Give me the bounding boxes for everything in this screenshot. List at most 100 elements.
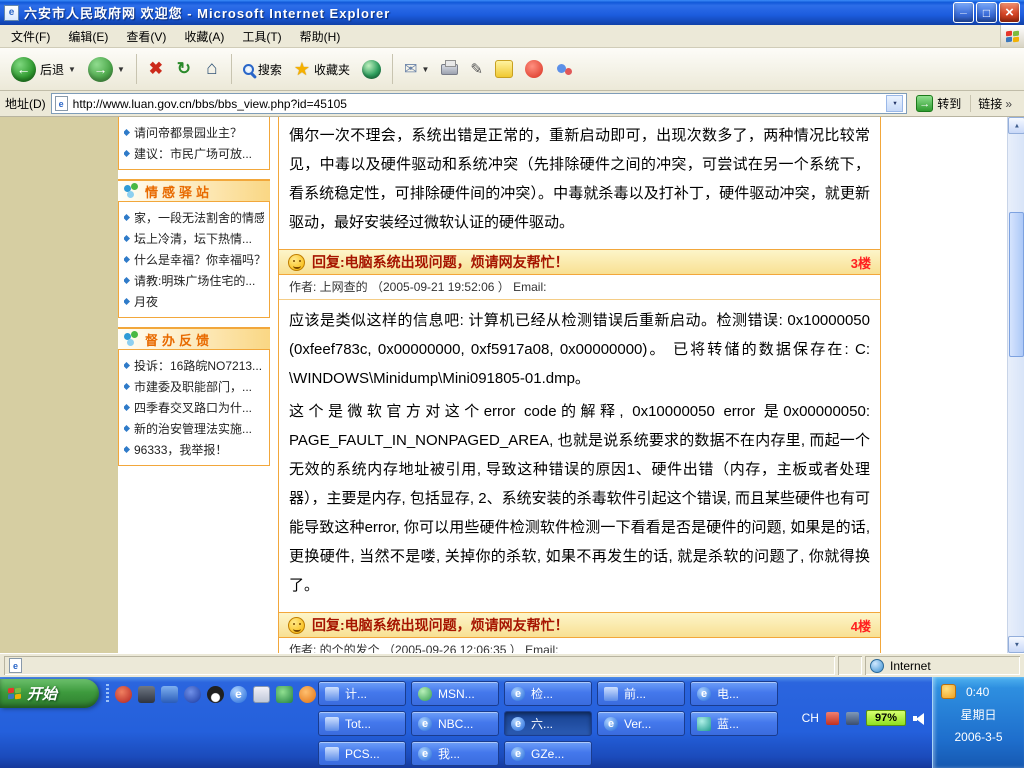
ie-icon [418, 747, 432, 761]
quicklaunch-outlook-icon[interactable] [161, 686, 178, 703]
discuss-button[interactable] [550, 58, 580, 80]
menu-edit[interactable]: 编辑(E) [59, 25, 117, 48]
menu-file[interactable]: 文件(F) [2, 25, 59, 48]
taskbar-window-button[interactable]: GZe... [504, 741, 592, 766]
bullet-icon [124, 129, 130, 136]
back-button[interactable]: ← 后退 ▼ [6, 55, 81, 84]
forward-button[interactable]: → ▼ [83, 55, 130, 84]
app-window-icon [325, 717, 339, 731]
drag-handle[interactable] [106, 684, 109, 704]
quicklaunch-qq-icon[interactable] [207, 686, 224, 703]
scrollbar-thumb[interactable] [1009, 212, 1024, 357]
quicklaunch-ie-icon[interactable] [230, 686, 247, 703]
forward-dropdown-icon[interactable]: ▼ [117, 65, 125, 74]
stop-button[interactable]: ✖ [143, 56, 169, 82]
quicklaunch-msn-icon[interactable] [184, 686, 201, 703]
address-dropdown-button[interactable] [886, 95, 903, 112]
sidebar-section-header: 情感驿站 [118, 179, 270, 202]
taskbar-window-button[interactable]: NBC... [411, 711, 499, 736]
mail-button[interactable]: ✉ ▼ [399, 57, 434, 81]
taskbar-window-button[interactable]: Ver... [597, 711, 685, 736]
quicklaunch-foxmail-icon[interactable] [299, 686, 316, 703]
sidebar-topic-link[interactable]: 请问帝都景园业主？ [124, 122, 264, 143]
home-button[interactable]: ⌂ [199, 56, 225, 82]
sidebar-section-header: 督办反馈 [118, 327, 270, 350]
address-input[interactable]: http://www.luan.gov.cn/bbs/bbs_view.php?… [51, 93, 908, 114]
page-icon [55, 96, 68, 111]
back-dropdown-icon[interactable]: ▼ [68, 65, 76, 74]
qq-button[interactable] [520, 58, 548, 80]
go-arrow-icon [916, 95, 933, 112]
menu-view[interactable]: 查看(V) [117, 25, 175, 48]
menu-help[interactable]: 帮助(H) [291, 25, 350, 48]
vertical-scrollbar[interactable] [1007, 117, 1024, 653]
internet-globe-icon [870, 659, 884, 673]
system-tray-clock: 0:40 星期日 2006-3-5 [932, 677, 1024, 768]
scroll-up-button[interactable] [1008, 117, 1024, 134]
minimize-button[interactable] [953, 2, 974, 23]
sidebar-topic-link[interactable]: 月夜 [124, 291, 264, 312]
taskbar-window-button-active[interactable]: 六... [504, 711, 592, 736]
taskbar-window-button[interactable]: 前... [597, 681, 685, 706]
tray-app-icon[interactable] [846, 712, 859, 725]
sidebar-topic-link[interactable]: 请教:明珠广场住宅的... [124, 270, 264, 291]
ie-icon [511, 687, 525, 701]
section-clover-icon [123, 331, 139, 347]
post-text: 偶尔一次不理会，系统出错是正常的，重新启动即可，出现次数多了，两种情况比较常见，… [289, 121, 870, 237]
quicklaunch-realplayer-icon[interactable] [115, 686, 132, 703]
go-label: 转到 [937, 95, 961, 112]
sidebar-topic-link[interactable]: 新的治安管理法实施... [124, 418, 264, 439]
scroll-down-button[interactable] [1008, 636, 1024, 653]
sidebar-topic-link[interactable]: 坛上冷清，坛下热情... [124, 228, 264, 249]
refresh-button[interactable]: ↻ [171, 56, 197, 82]
taskbar-button-label: PCS... [345, 747, 380, 761]
battery-indicator[interactable]: 97% [866, 710, 906, 726]
search-button[interactable]: 搜索 [238, 59, 287, 80]
taskbar-window-button[interactable]: Tot... [318, 711, 406, 736]
sidebar-topic-link[interactable]: 建议：市民广场可放... [124, 143, 264, 164]
links-button[interactable]: 链接 [970, 95, 1019, 112]
sidebar-topic-link[interactable]: 家，一段无法割舍的情感 [124, 207, 264, 228]
clock-time[interactable]: 0:40 [966, 685, 989, 699]
menu-tools[interactable]: 工具(T) [233, 25, 290, 48]
sidebar-topic-link[interactable]: 投诉：16路皖NO7213... [124, 355, 264, 376]
taskbar-window-button[interactable]: 我... [411, 741, 499, 766]
desktop: 六安市人民政府网 欢迎您 - Microsoft Internet Explor… [0, 0, 1024, 768]
favorites-button[interactable]: ★ 收藏夹 [289, 57, 355, 82]
media-button[interactable] [357, 58, 386, 81]
print-button[interactable] [436, 62, 463, 77]
ie-page-icon [4, 5, 19, 21]
address-label: 地址(D) [5, 95, 46, 112]
start-button[interactable]: 开始 [0, 679, 99, 708]
volume-icon[interactable] [913, 712, 926, 725]
edit-button[interactable]: ✎ [465, 58, 488, 80]
messenger-icon [495, 60, 513, 78]
sidebar-topic-link[interactable]: 市建委及职能部门，... [124, 376, 264, 397]
taskbar-window-button[interactable]: PCS... [318, 741, 406, 766]
mail-dropdown-icon[interactable]: ▼ [421, 65, 429, 74]
tray-notification-icon[interactable] [941, 684, 956, 699]
sidebar-topic-link[interactable]: 什么是幸福？你幸福吗？ [124, 249, 264, 270]
taskbar-window-button[interactable]: MSN... [411, 681, 499, 706]
quicklaunch-winamp-icon[interactable] [138, 686, 155, 703]
go-button[interactable]: 转到 [912, 95, 965, 112]
taskbar-button-label: 前... [624, 685, 646, 702]
quicklaunch-show-desktop-icon[interactable] [253, 686, 270, 703]
smiley-icon [288, 254, 305, 271]
quicklaunch-mediaplayer-icon[interactable] [276, 686, 293, 703]
messenger-button[interactable] [490, 58, 518, 80]
close-button[interactable] [999, 2, 1020, 23]
tray-app-icon[interactable] [826, 712, 839, 725]
input-method-indicator[interactable]: CH [802, 711, 819, 725]
favorites-label: 收藏夹 [314, 61, 350, 78]
taskbar-window-button[interactable]: 计... [318, 681, 406, 706]
taskbar-window-button[interactable]: 检... [504, 681, 592, 706]
sidebar-topic-link[interactable]: 96333，我举报！ [124, 439, 264, 460]
taskbar-window-button[interactable]: 蓝... [690, 711, 778, 736]
sidebar-topic-link[interactable]: 四季春交叉路口为什... [124, 397, 264, 418]
globe-icon [362, 60, 381, 79]
maximize-button[interactable] [976, 2, 997, 23]
menu-favorites[interactable]: 收藏(A) [175, 25, 233, 48]
taskbar-window-button[interactable]: 电... [690, 681, 778, 706]
security-zone-panel: Internet [865, 656, 1020, 675]
